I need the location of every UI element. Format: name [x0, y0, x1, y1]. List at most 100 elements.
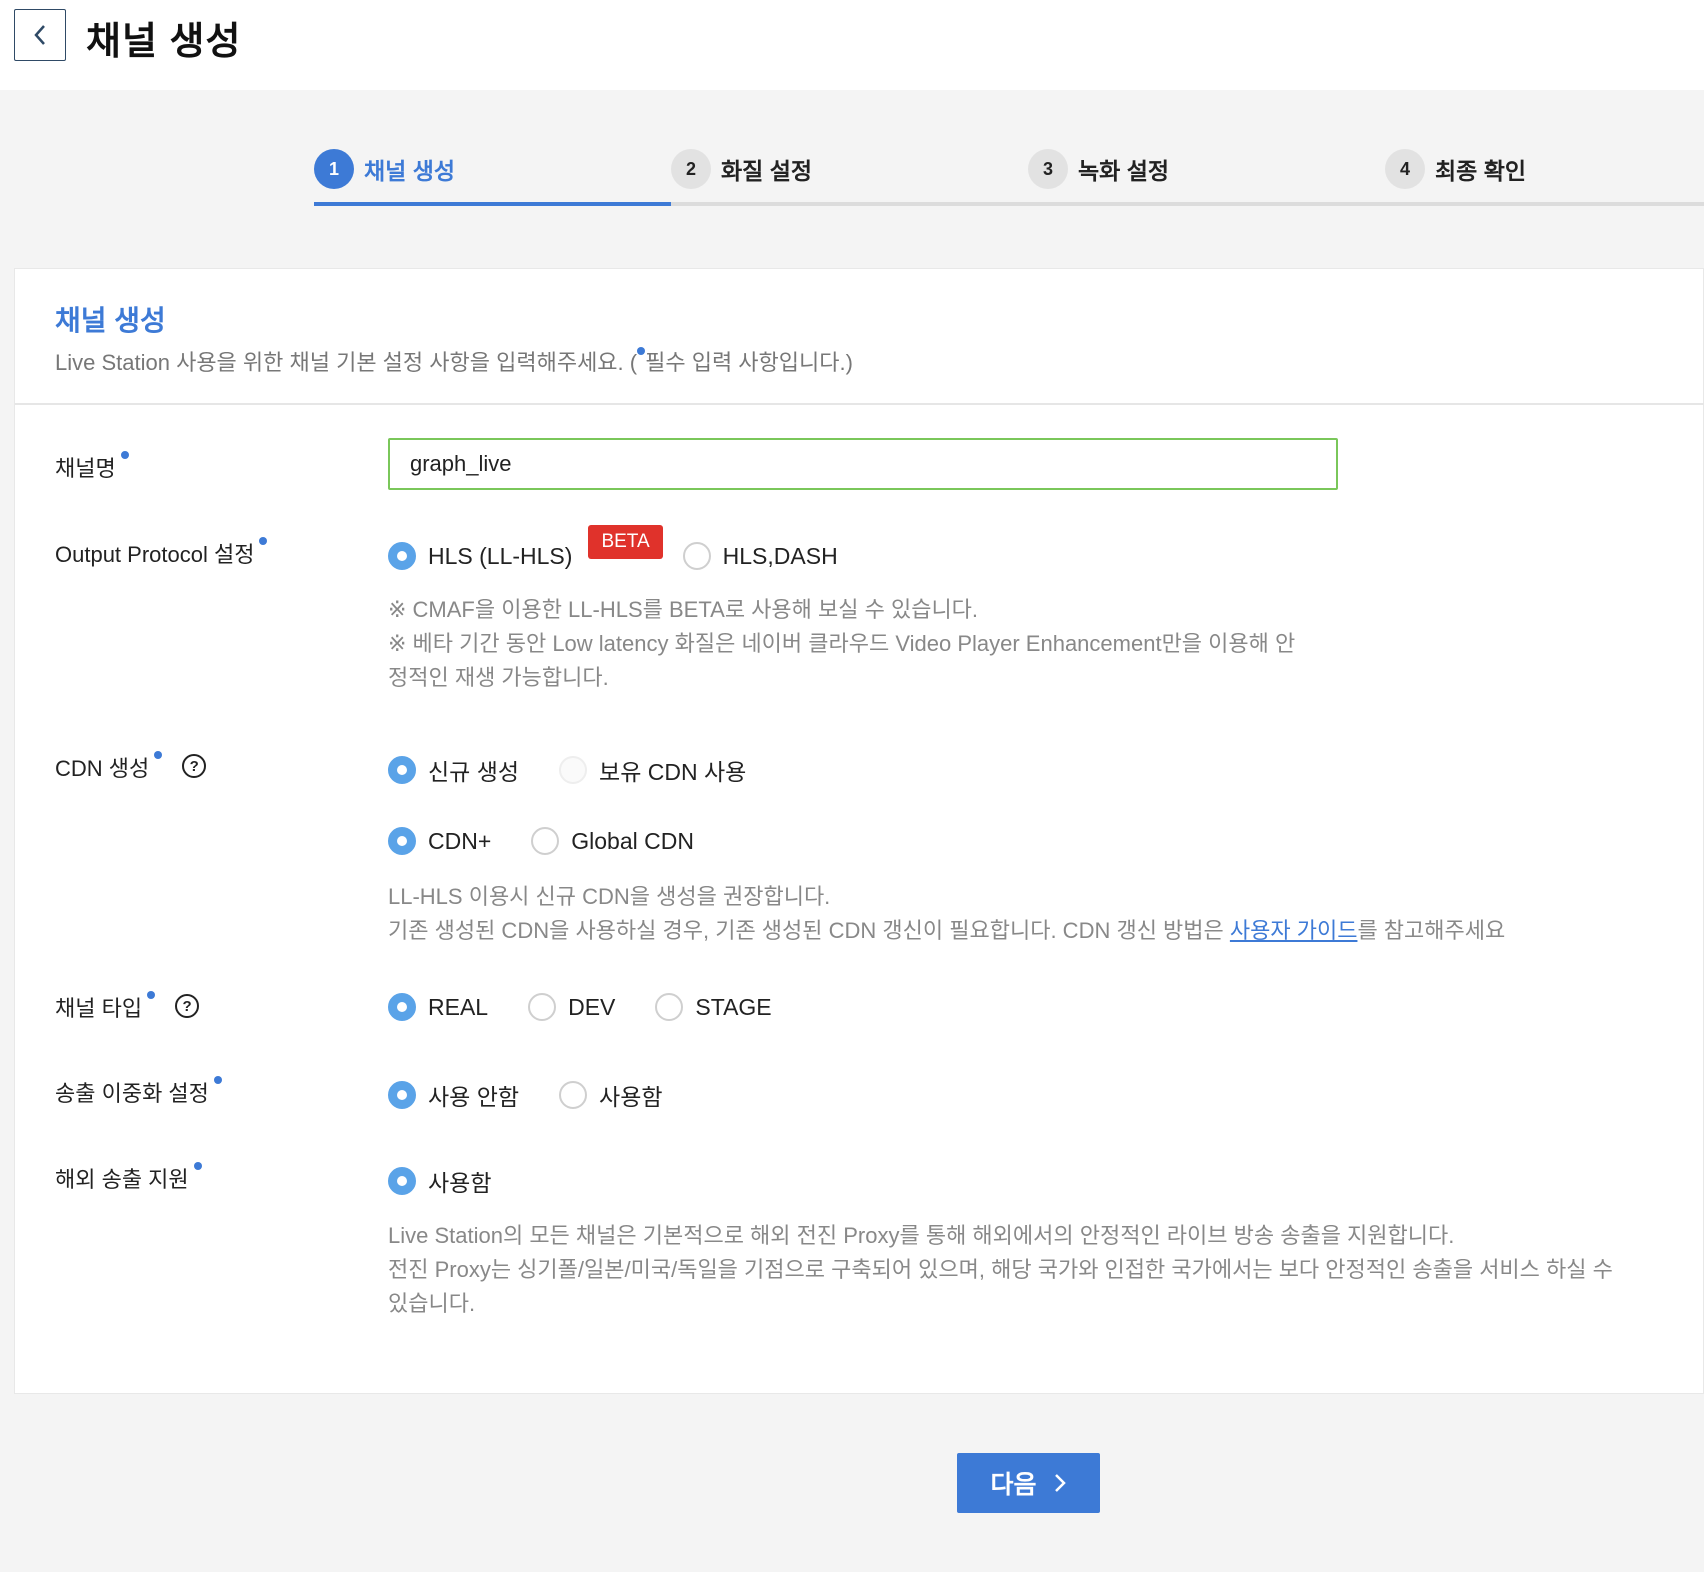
cdn-type-options: CDN+ Global CDN: [388, 827, 734, 855]
desc-suffix: 필수 입력 사항입니다.): [645, 350, 853, 375]
required-dot-icon: [193, 1162, 202, 1170]
radio-dev[interactable]: DEV: [528, 993, 615, 1021]
radio-label: CDN+: [428, 827, 492, 854]
radio-label: 사용 안함: [428, 1084, 520, 1110]
radio-checked-icon: [388, 542, 416, 570]
chevron-left-icon: [34, 25, 45, 45]
channel-type-label: 채널 타입 ?: [55, 991, 200, 1023]
radio-unchecked-icon: [559, 1081, 588, 1109]
radio-existing-cdn[interactable]: 보유 CDN 사용: [559, 753, 746, 787]
desc-prefix: Live Station 사용을 위한 채널 기본 설정 사항을 입력해주세요.…: [55, 350, 638, 375]
radio-global-cdn[interactable]: Global CDN: [531, 827, 694, 855]
redundancy-label: 송출 이중화 설정: [55, 1076, 222, 1108]
overseas-label-text: 해외 송출 지원: [55, 1167, 189, 1192]
radio-hls-ll-hls[interactable]: HLS (LL-HLS): [388, 542, 572, 570]
radio-hls-dash[interactable]: HLS,DASH: [682, 542, 838, 570]
radio-label: 신규 생성: [428, 759, 520, 785]
note-line: ※ CMAF을 이용한 LL-HLS를 BETA로 사용해 보실 수 있습니다.: [388, 597, 979, 622]
radio-redundancy-off[interactable]: 사용 안함: [388, 1078, 519, 1112]
radio-label: DEV: [568, 993, 616, 1020]
page-title: 채널 생성: [86, 21, 242, 63]
help-icon[interactable]: ?: [175, 994, 200, 1018]
output-protocol-label: Output Protocol 설정: [55, 537, 268, 569]
radio-unchecked-icon: [682, 542, 711, 570]
output-protocol-label-text: Output Protocol 설정: [55, 542, 255, 567]
step-label: 최종 확인: [1435, 158, 1527, 184]
radio-checked-icon: [388, 756, 416, 784]
note-line: ※ 베타 기간 동안 Low latency 화질은 네이버 클라우드 Vide…: [388, 631, 1296, 656]
step-4[interactable]: 4 최종 확인: [1385, 148, 1526, 190]
radio-unchecked-icon: [531, 827, 560, 855]
note-line: 정적인 재생 가능합니다.: [388, 665, 609, 690]
note-line: 있습니다.: [388, 1291, 476, 1316]
radio-unchecked-icon: [528, 993, 557, 1021]
radio-label: 사용함: [428, 1170, 492, 1196]
step-number: 1: [314, 149, 354, 189]
radio-label: Global CDN: [571, 827, 694, 854]
step-3[interactable]: 3 녹화 설정: [1028, 148, 1169, 190]
radio-unchecked-icon: [655, 993, 684, 1021]
required-dot-icon: [259, 537, 268, 545]
step-number: 2: [671, 149, 711, 189]
beta-badge: BETA: [588, 525, 663, 559]
channel-type-label-text: 채널 타입: [55, 996, 143, 1021]
overseas-options: 사용함: [388, 1164, 531, 1198]
user-guide-link[interactable]: 사용자 가이드: [1230, 918, 1358, 943]
channel-name-label-text: 채널명: [55, 456, 116, 481]
radio-new-cdn[interactable]: 신규 생성: [388, 753, 519, 787]
radio-cdn-plus[interactable]: CDN+: [388, 827, 491, 855]
top-bar: 채널 생성: [0, 0, 1704, 90]
step-indicator: 1 채널 생성 2 화질 설정 3 녹화 설정 4 최종 확인: [314, 148, 1704, 208]
radio-disabled-icon: [559, 756, 588, 784]
channel-name-label: 채널명: [55, 451, 129, 483]
channel-name-input[interactable]: [388, 438, 1338, 490]
channel-form-card: 채널 생성 Live Station 사용을 위한 채널 기본 설정 사항을 입…: [14, 268, 1704, 1394]
cdn-notes: LL-HLS 이용시 신규 CDN을 생성을 권장합니다. 기존 생성된 CDN…: [388, 880, 1505, 948]
radio-checked-icon: [388, 1167, 416, 1195]
radio-label: 보유 CDN 사용: [599, 759, 747, 785]
radio-stage[interactable]: STAGE: [655, 993, 772, 1021]
output-protocol-notes: ※ CMAF을 이용한 LL-HLS를 BETA로 사용해 보실 수 있습니다.…: [388, 593, 1295, 695]
output-protocol-options: HLS (LL-HLS) BETA HLS,DASH: [388, 525, 878, 573]
note-text: 를 참고해주세요: [1357, 918, 1506, 943]
cdn-label-text: CDN 생성: [55, 756, 150, 781]
cdn-label: CDN 생성 ?: [55, 751, 207, 783]
card-description: Live Station 사용을 위한 채널 기본 설정 사항을 입력해주세요.…: [55, 345, 853, 377]
radio-label: REAL: [428, 993, 489, 1020]
radio-label: HLS (LL-HLS): [428, 542, 573, 569]
radio-redundancy-on[interactable]: 사용함: [559, 1078, 663, 1112]
required-dot-icon: [154, 751, 163, 759]
chevron-right-icon: [1054, 1474, 1066, 1492]
radio-real[interactable]: REAL: [388, 993, 488, 1021]
redundancy-options: 사용 안함 사용함: [388, 1078, 703, 1112]
step-2[interactable]: 2 화질 설정: [671, 148, 812, 190]
step-number: 3: [1028, 149, 1068, 189]
overseas-label: 해외 송출 지원: [55, 1162, 202, 1194]
step-label: 화질 설정: [721, 158, 813, 184]
note-line: LL-HLS 이용시 신규 CDN을 생성을 권장합니다.: [388, 884, 831, 909]
required-dot-icon: [120, 451, 129, 459]
note-text: 기존 생성된 CDN을 사용하실 경우, 기존 생성된 CDN 갱신이 필요합니…: [388, 918, 1230, 943]
radio-label: 사용함: [599, 1084, 663, 1110]
note-line: Live Station의 모든 채널은 기본적으로 해외 전진 Proxy를 …: [388, 1223, 1455, 1248]
radio-label: HLS,DASH: [722, 542, 838, 569]
next-button-label: 다음: [990, 1471, 1037, 1499]
step-label: 채널 생성: [364, 158, 456, 184]
note-line: 전진 Proxy는 싱기폴/일본/미국/독일을 기점으로 구축되어 있으며, 해…: [388, 1257, 1613, 1282]
help-icon[interactable]: ?: [182, 754, 207, 778]
radio-checked-icon: [388, 1081, 416, 1109]
step-label: 녹화 설정: [1078, 158, 1170, 184]
radio-checked-icon: [388, 993, 416, 1021]
cdn-mode-options: 신규 생성 보유 CDN 사용: [388, 753, 786, 787]
required-dot-icon: [147, 991, 156, 999]
required-dot-icon: [213, 1076, 222, 1084]
note-line: 기존 생성된 CDN을 사용하실 경우, 기존 생성된 CDN 갱신이 필요합니…: [388, 914, 1505, 948]
back-button[interactable]: [14, 9, 66, 61]
step-1[interactable]: 1 채널 생성: [314, 148, 455, 190]
radio-overseas-on[interactable]: 사용함: [388, 1164, 491, 1198]
redundancy-label-text: 송출 이중화 설정: [55, 1081, 209, 1106]
radio-checked-icon: [388, 827, 416, 855]
card-title: 채널 생성: [55, 305, 166, 336]
next-button[interactable]: 다음: [957, 1453, 1100, 1513]
channel-type-options: REAL DEV STAGE: [388, 993, 812, 1021]
